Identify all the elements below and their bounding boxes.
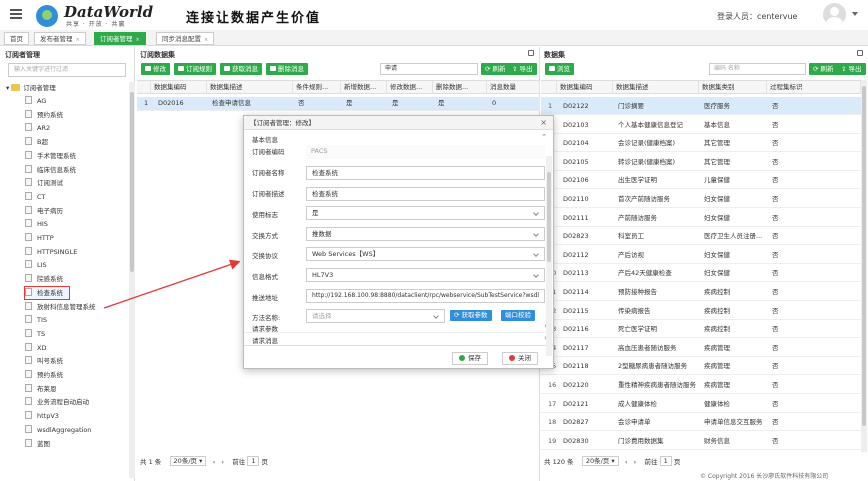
- port-check-button[interactable]: 端口校验: [501, 310, 535, 321]
- get-params-button[interactable]: ⟳ 获取参数: [450, 310, 492, 321]
- protocol-select[interactable]: Web Services【WS】: [306, 247, 545, 261]
- field-label-name: 订阅者名称: [252, 169, 285, 177]
- refresh-icon: ⟳: [454, 311, 462, 319]
- field-label-exchange-mode: 交换方式: [252, 232, 278, 240]
- copyright: © Copyright 2016 长沙廖氏软件科技有限公司: [700, 473, 829, 480]
- dialog-title: 【订阅者管理：修改】: [244, 116, 553, 130]
- section-request-message[interactable]: 请求消息: [252, 335, 278, 345]
- field-label-code: 订阅者编码: [252, 148, 285, 156]
- save-button[interactable]: 保存: [452, 352, 488, 365]
- check-icon: [459, 355, 465, 361]
- field-label-format: 信息格式: [252, 273, 278, 281]
- subscriber-name-field[interactable]: 检查系统: [306, 166, 545, 180]
- chevron-up-icon[interactable]: ⌃: [541, 133, 547, 141]
- use-flag-select[interactable]: 是: [306, 206, 545, 220]
- subscriber-code-field: PACS: [306, 145, 545, 159]
- format-select[interactable]: HL7V3: [306, 268, 545, 282]
- close-icon: [509, 355, 515, 361]
- edit-subscriber-dialog: 【订阅者管理：修改】 × 基本信息 ⌃ 订阅者编码 PACS 订阅者名称 检查系…: [243, 115, 554, 369]
- close-button[interactable]: 关闭: [502, 352, 538, 365]
- field-label-push-url: 推送地址: [252, 294, 278, 302]
- section-basic-info[interactable]: 基本信息: [252, 134, 278, 144]
- close-icon[interactable]: ×: [540, 118, 547, 127]
- push-url-field[interactable]: http://192.168.100.98:8880/dataclient/rp…: [306, 289, 545, 303]
- subscriber-desc-field[interactable]: 检查系统: [306, 187, 545, 201]
- field-label-protocol: 交换协议: [252, 252, 278, 260]
- method-select[interactable]: 请选择: [306, 309, 445, 323]
- field-label-desc: 订阅者描述: [252, 190, 285, 198]
- dialog-scrollbar[interactable]: [546, 156, 552, 356]
- field-label-use-flag: 使用标志: [252, 211, 278, 219]
- field-label-method: 方法名称:: [252, 314, 281, 322]
- exchange-mode-select[interactable]: 推数据: [306, 227, 545, 241]
